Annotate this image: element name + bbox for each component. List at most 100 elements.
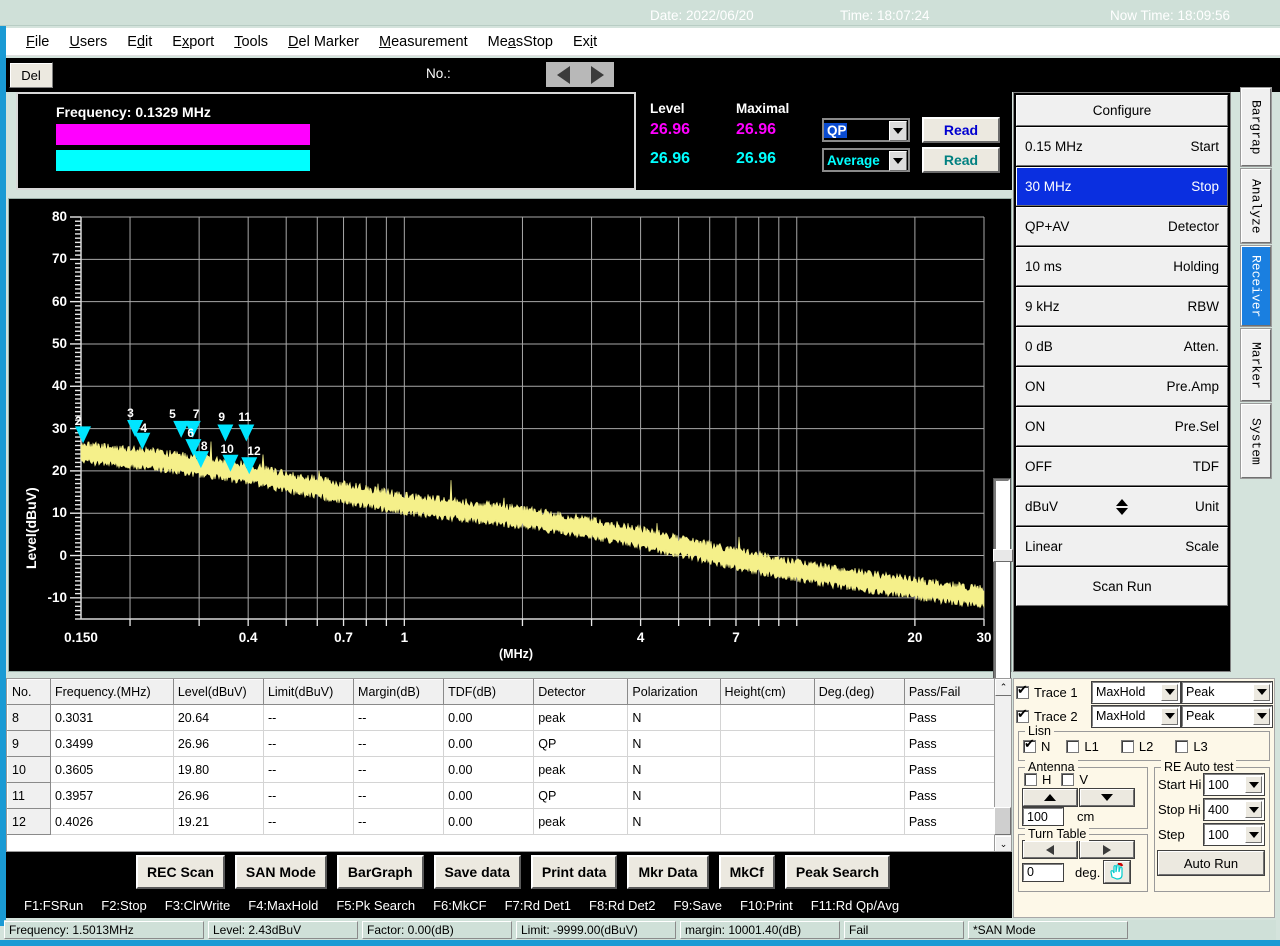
- column-header[interactable]: Detector: [534, 680, 628, 705]
- column-header[interactable]: No.: [8, 680, 51, 705]
- config-row-detector[interactable]: QP+AVDetector: [1016, 207, 1228, 246]
- table-row[interactable]: 100.360519.80----0.00peakNPass: [8, 757, 997, 783]
- scroll-up-icon[interactable]: ⌃: [995, 679, 1012, 696]
- lisn-checkbox-l1[interactable]: [1066, 740, 1079, 753]
- fkey-f10[interactable]: F10:Print: [740, 898, 793, 913]
- scroll-thumb[interactable]: [994, 807, 1011, 835]
- detector2-select[interactable]: Average: [822, 148, 910, 172]
- fkey-f3[interactable]: F3:ClrWrite: [165, 898, 230, 913]
- start-hi-select[interactable]: 100: [1204, 774, 1264, 795]
- tab-system[interactable]: System: [1241, 404, 1271, 478]
- column-header[interactable]: Deg.(deg): [814, 680, 904, 705]
- config-row-presel[interactable]: ONPre.Sel: [1016, 407, 1228, 446]
- config-row-atten[interactable]: 0 dBAtten.: [1016, 327, 1228, 366]
- chevron-down-icon[interactable]: [889, 121, 907, 141]
- table-row[interactable]: 120.402619.21----0.00peakNPass: [8, 809, 997, 835]
- menu-item-exit[interactable]: Exit: [563, 32, 607, 52]
- button-bargraph[interactable]: BarGraph: [337, 855, 424, 889]
- trace2-mode-select[interactable]: MaxHold: [1092, 706, 1180, 727]
- column-header[interactable]: Margin(dB): [354, 680, 444, 705]
- fkey-f5[interactable]: F5:Pk Search: [336, 898, 415, 913]
- trace2-detector-select[interactable]: Peak: [1182, 706, 1272, 727]
- turn-table-left-button[interactable]: [1023, 841, 1077, 858]
- read-qp-button[interactable]: Read: [922, 117, 1000, 143]
- column-header[interactable]: Frequency.(MHz): [51, 680, 174, 705]
- lisn-option-l3[interactable]: L3: [1175, 739, 1207, 754]
- unit-spinner[interactable]: [1116, 499, 1128, 515]
- marker-table-container[interactable]: No.Frequency.(MHz)Level(dBuV)Limit(dBuV)…: [6, 678, 1012, 852]
- marker-nav-arrows[interactable]: [545, 61, 615, 88]
- button-rec-scan[interactable]: REC Scan: [136, 855, 225, 889]
- trace2-checkbox[interactable]: [1016, 710, 1029, 723]
- trace1-mode-select[interactable]: MaxHold: [1092, 682, 1180, 703]
- antenna-v-checkbox[interactable]: [1061, 773, 1074, 786]
- read-average-button[interactable]: Read: [922, 147, 1000, 173]
- chevron-down-icon[interactable]: [1161, 684, 1178, 701]
- antenna-down-button[interactable]: [1080, 789, 1134, 806]
- column-header[interactable]: Limit(dBuV): [263, 680, 353, 705]
- config-row-tdf[interactable]: OFFTDF: [1016, 447, 1228, 486]
- trace1-detector-select[interactable]: Peak: [1182, 682, 1272, 703]
- right-triangle-icon[interactable]: [591, 66, 604, 84]
- antenna-h-checkbox[interactable]: [1024, 773, 1037, 786]
- step-select[interactable]: 100: [1204, 824, 1264, 845]
- config-row-scale[interactable]: LinearScale: [1016, 527, 1228, 566]
- del-button[interactable]: Del: [9, 62, 53, 88]
- chevron-down-icon[interactable]: [1161, 708, 1178, 725]
- stop-hi-select[interactable]: 400: [1204, 799, 1264, 820]
- column-header[interactable]: Polarization: [628, 680, 720, 705]
- table-row[interactable]: 110.395726.96----0.00QPNPass: [8, 783, 997, 809]
- antenna-up-button[interactable]: [1023, 789, 1077, 806]
- spectrum-chart[interactable]: Level(dBuV) 80706050403020100-10 0.1500.…: [8, 198, 1012, 672]
- column-header[interactable]: Level(dBuV): [173, 680, 263, 705]
- fkey-f7[interactable]: F7:Rd Det1: [505, 898, 571, 913]
- left-triangle-icon[interactable]: [557, 66, 570, 84]
- scroll-down-icon[interactable]: ⌄: [995, 836, 1012, 852]
- auto-run-button[interactable]: Auto Run: [1158, 851, 1264, 875]
- scan-run-button[interactable]: Scan Run: [1016, 567, 1228, 606]
- up-triangle-icon[interactable]: [1116, 499, 1128, 506]
- menu-item-file[interactable]: File: [16, 32, 59, 52]
- table-scrollbar[interactable]: ⌃ ⌄: [994, 679, 1011, 852]
- fkey-f4[interactable]: F4:MaxHold: [248, 898, 318, 913]
- menu-item-users[interactable]: Users: [59, 32, 117, 52]
- fkey-f1[interactable]: F1:FSRun: [24, 898, 83, 913]
- tab-analyze[interactable]: Analyze: [1241, 169, 1271, 243]
- config-row-rbw[interactable]: 9 kHzRBW: [1016, 287, 1228, 326]
- chevron-down-icon[interactable]: [1253, 684, 1270, 701]
- chevron-down-icon[interactable]: [1253, 708, 1270, 725]
- table-row[interactable]: 90.349926.96----0.00QPNPass: [8, 731, 997, 757]
- fkey-f2[interactable]: F2:Stop: [101, 898, 147, 913]
- fkey-f8[interactable]: F8:Rd Det2: [589, 898, 655, 913]
- down-triangle-icon[interactable]: [1116, 508, 1128, 515]
- fkey-f11[interactable]: F11:Rd Qp/Avg: [811, 898, 899, 913]
- chevron-down-icon[interactable]: [1245, 801, 1262, 818]
- button-peak-search[interactable]: Peak Search: [785, 855, 890, 889]
- antenna-height-input[interactable]: 100: [1023, 808, 1063, 825]
- chevron-down-icon[interactable]: [1245, 826, 1262, 843]
- menu-item-del-marker[interactable]: Del Marker: [278, 32, 369, 52]
- tab-bargrap[interactable]: Bargrap: [1241, 88, 1271, 166]
- chevron-down-icon[interactable]: [889, 151, 907, 171]
- detector1-select[interactable]: QP: [822, 118, 910, 142]
- trace1-checkbox[interactable]: [1016, 686, 1029, 699]
- lisn-checkbox-l2[interactable]: [1121, 740, 1134, 753]
- fkey-f6[interactable]: F6:MkCF: [433, 898, 486, 913]
- button-mkr-data[interactable]: Mkr Data: [627, 855, 708, 889]
- hand-cursor-icon[interactable]: [1104, 861, 1130, 883]
- config-row-start[interactable]: 0.15 MHzStart: [1016, 127, 1228, 166]
- tab-receiver[interactable]: Receiver: [1241, 246, 1271, 326]
- config-row-stop[interactable]: 30 MHzStop: [1016, 167, 1228, 206]
- menu-item-export[interactable]: Export: [162, 32, 224, 52]
- menu-item-measurement[interactable]: Measurement: [369, 32, 478, 52]
- menu-item-tools[interactable]: Tools: [224, 32, 278, 52]
- button-print-data[interactable]: Print data: [531, 855, 618, 889]
- button-save-data[interactable]: Save data: [434, 855, 521, 889]
- config-row-unit[interactable]: dBuVUnit: [1016, 487, 1228, 526]
- turn-table-right-button[interactable]: [1080, 841, 1134, 858]
- button-san-mode[interactable]: SAN Mode: [235, 855, 327, 889]
- table-row[interactable]: 80.303120.64----0.00peakNPass: [8, 705, 997, 731]
- column-header[interactable]: Pass/Fail: [904, 680, 996, 705]
- column-header[interactable]: Height(cm): [720, 680, 814, 705]
- lisn-option-l2[interactable]: L2: [1121, 739, 1153, 754]
